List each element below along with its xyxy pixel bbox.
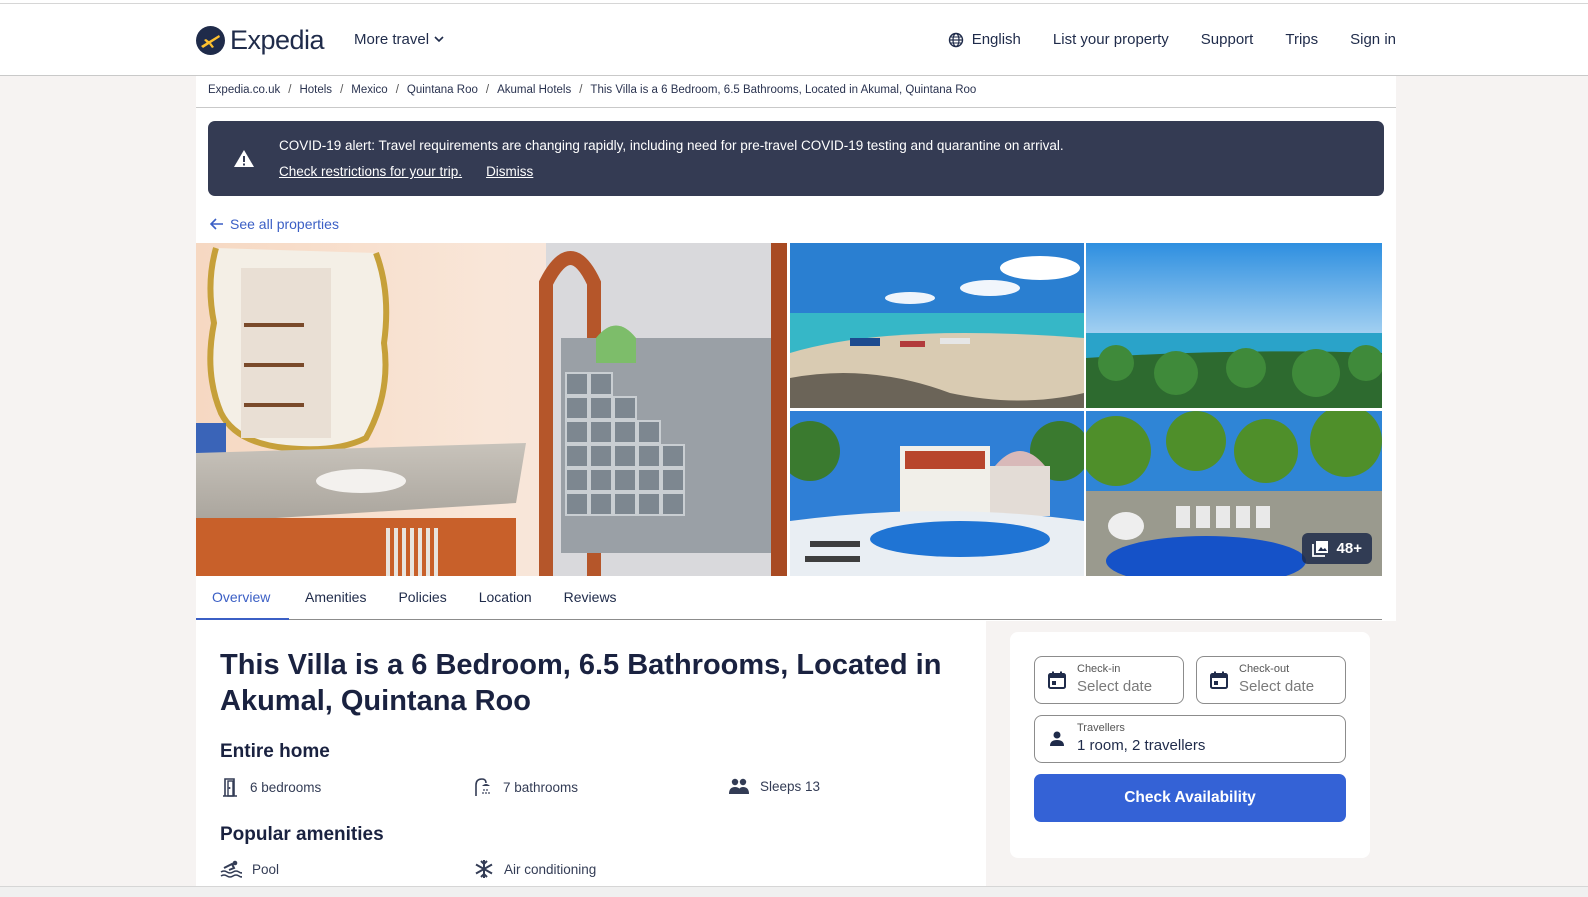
feature-bathrooms: 7 bathrooms	[473, 777, 578, 797]
photo-gallery: 48+	[196, 243, 1396, 576]
property-tabs: Overview Amenities Policies Location Rev…	[196, 576, 1382, 620]
amenity-label: Air conditioning	[504, 861, 597, 877]
see-all-properties-link[interactable]: See all properties	[210, 216, 339, 232]
check-in-field[interactable]: Check-in Select date	[1034, 656, 1184, 704]
sign-in-link[interactable]: Sign in	[1350, 31, 1396, 48]
people-icon	[729, 778, 749, 794]
breadcrumb-item[interactable]: Mexico	[351, 84, 387, 96]
main-content: Expedia.co.uk / Hotels / Mexico / Quinta…	[196, 76, 1396, 886]
see-all-label: See all properties	[230, 216, 339, 232]
villa-pool-photo	[790, 411, 1084, 576]
check-availability-button[interactable]: Check Availability	[1034, 774, 1346, 822]
list-property-link[interactable]: List your property	[1053, 31, 1169, 48]
calendar-icon	[1048, 671, 1066, 689]
breadcrumb-separator: /	[288, 84, 292, 96]
check-out-label: Check-out	[1239, 663, 1290, 675]
language-selector[interactable]: English	[948, 31, 1021, 48]
beach-boats-photo	[790, 243, 1084, 408]
overview-section: This Villa is a 6 Bedroom, 6.5 Bathrooms…	[196, 621, 986, 886]
breadcrumb-divider	[196, 107, 1396, 108]
shower-icon	[475, 778, 490, 796]
expedia-logo[interactable]: Expedia	[196, 25, 325, 56]
plane-logo-icon	[196, 26, 225, 55]
feature-label: 6 bedrooms	[250, 779, 322, 795]
gallery-main-photo[interactable]	[196, 243, 787, 576]
snowflake-icon	[475, 860, 493, 878]
breadcrumb: Expedia.co.uk / Hotels / Mexico / Quinta…	[208, 84, 976, 96]
warning-icon	[234, 150, 254, 167]
view-all-photos-button[interactable]: 48+	[1301, 533, 1372, 564]
travellers-value: 1 room, 2 travellers	[1077, 737, 1206, 754]
breadcrumb-item[interactable]: Expedia.co.uk	[208, 84, 280, 96]
tab-amenities[interactable]: Amenities	[289, 576, 382, 620]
gallery-photo[interactable]	[1086, 243, 1382, 408]
property-title: This Villa is a 6 Bedroom, 6.5 Bathrooms…	[220, 649, 942, 717]
amenity-label: Pool	[252, 861, 280, 877]
site-header: Expedia More travel English List your pr…	[0, 4, 1588, 76]
check-out-field[interactable]: Check-out Select date	[1196, 656, 1346, 704]
calendar-icon	[1210, 671, 1228, 689]
support-link[interactable]: Support	[1201, 31, 1254, 48]
check-in-value: Select date	[1077, 678, 1153, 695]
photo-count: 48+	[1336, 540, 1362, 557]
breadcrumb-separator: /	[485, 84, 490, 96]
arrow-left-icon	[210, 218, 223, 230]
trips-link[interactable]: Trips	[1285, 31, 1318, 48]
feature-bedrooms: 6 bedrooms	[220, 777, 321, 797]
covid-alert-banner: COVID-19 alert: Travel requirements are …	[208, 121, 1384, 196]
coastline-aerial-photo	[1086, 243, 1382, 408]
breadcrumb-separator: /	[579, 84, 583, 96]
pool-icon	[220, 860, 242, 878]
amenity-air-conditioning: Air conditioning	[474, 859, 596, 879]
check-in-label: Check-in	[1077, 663, 1121, 675]
window-bottom-edge	[0, 886, 1588, 897]
photo-library-icon	[1311, 541, 1328, 557]
gallery-photo[interactable]	[790, 243, 1084, 408]
travellers-label: Travellers	[1077, 722, 1125, 734]
amenity-pool: Pool	[220, 859, 279, 879]
brand-name: Expedia	[230, 25, 325, 55]
tab-location[interactable]: Location	[463, 576, 548, 620]
language-label: English	[971, 31, 1021, 48]
property-type: Entire home	[220, 741, 330, 762]
breadcrumb-separator: /	[395, 84, 399, 96]
breadcrumb-item[interactable]: Quintana Roo	[407, 84, 478, 96]
person-icon	[1050, 731, 1064, 746]
tab-reviews[interactable]: Reviews	[548, 576, 633, 620]
tab-policies[interactable]: Policies	[382, 576, 462, 620]
feature-label: 7 bathrooms	[503, 779, 579, 795]
check-restrictions-link[interactable]: Check restrictions for your trip.	[279, 164, 462, 179]
feature-sleeps: Sleeps 13	[728, 777, 820, 795]
globe-icon	[948, 32, 963, 47]
breadcrumb-current: This Villa is a 6 Bedroom, 6.5 Bathrooms…	[590, 84, 977, 96]
travellers-field[interactable]: Travellers 1 room, 2 travellers	[1034, 715, 1346, 763]
tab-overview[interactable]: Overview	[196, 576, 289, 620]
booking-card: Check-in Select date Check-out Select da…	[1010, 632, 1370, 858]
bathroom-photo	[196, 243, 787, 576]
dismiss-alert-link[interactable]: Dismiss	[486, 164, 533, 179]
breadcrumb-item[interactable]: Hotels	[299, 84, 332, 96]
more-travel-menu[interactable]: More travel	[354, 31, 444, 48]
more-travel-label: More travel	[354, 31, 430, 48]
door-icon	[223, 778, 237, 797]
feature-label: Sleeps 13	[760, 778, 821, 794]
gallery-photo[interactable]: 48+	[1086, 411, 1382, 576]
covid-alert-message: COVID-19 alert: Travel requirements are …	[279, 138, 1064, 153]
breadcrumb-item[interactable]: Akumal Hotels	[497, 84, 571, 96]
check-out-value: Select date	[1239, 678, 1315, 695]
chevron-down-icon	[434, 36, 444, 43]
gallery-photo[interactable]	[790, 411, 1084, 576]
header-nav: English List your property Support Trips…	[948, 31, 1396, 48]
popular-amenities-heading: Popular amenities	[220, 824, 384, 845]
breadcrumb-separator: /	[340, 84, 344, 96]
